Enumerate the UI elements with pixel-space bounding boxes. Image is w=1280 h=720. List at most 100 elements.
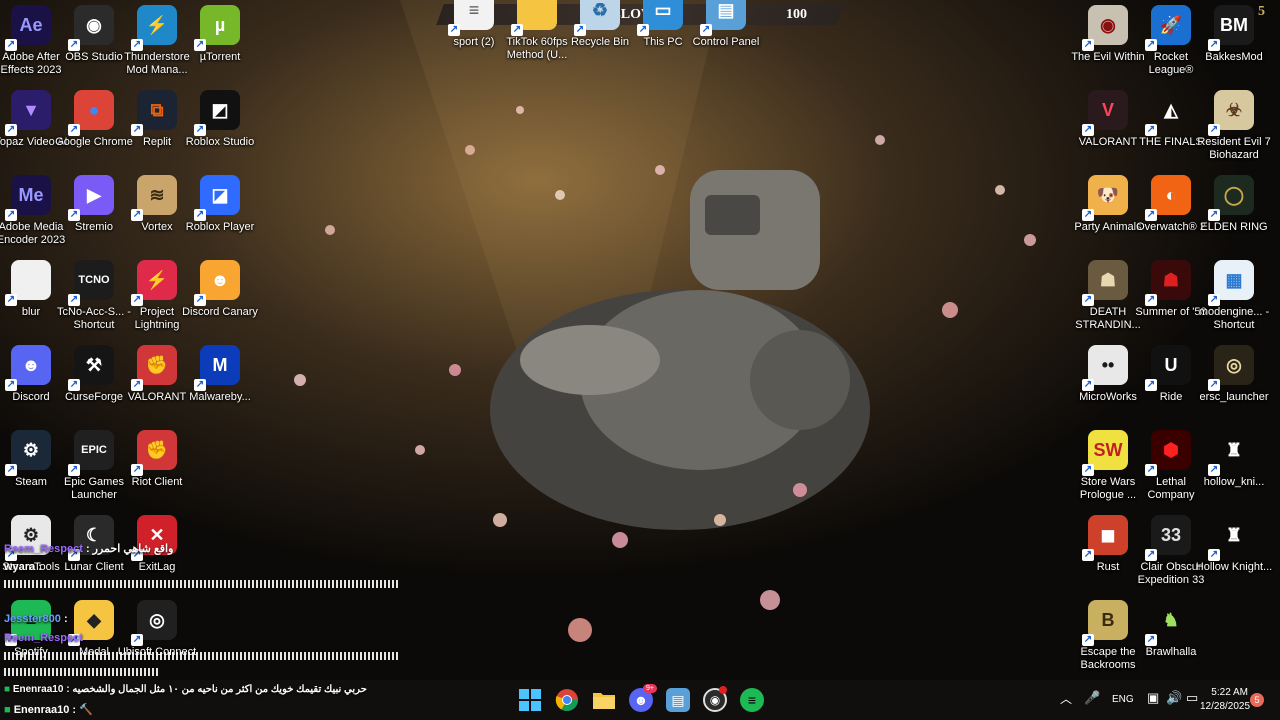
desktop-icon-label: Brawlhalla (1145, 646, 1197, 658)
desktop-icon-malwareby[interactable]: M ↗ Malwareby... (180, 345, 260, 404)
shortcut-arrow-icon: ↗ (1145, 124, 1157, 136)
roblox-studio-icon: ◩ ↗ (194, 90, 240, 136)
clock[interactable]: 5:22 AM 12/28/2025 (1200, 686, 1250, 714)
hollow-knight-icon: ♜ ↗ (1208, 439, 1243, 476)
desktop-icon-brawlhalla[interactable]: ♞ ↗ Brawlhalla (1131, 600, 1211, 659)
file-icon: ≡ ↗ (448, 0, 494, 36)
shortcut-arrow-icon: ↗ (1145, 209, 1157, 221)
taskbar-photos[interactable]: ▤ (666, 688, 690, 712)
escape-backrooms-icon: B ↗ (1082, 600, 1128, 646)
lethal-company-icon: ⬢ ↗ (1145, 430, 1191, 476)
desktop-icon-roblox-studio[interactable]: ◩ ↗ Roblox Studio (180, 90, 260, 149)
shortcut-arrow-icon: ↗ (1145, 379, 1157, 391)
language-indicator[interactable]: ENG (1112, 694, 1134, 705)
chat-username: Reem_Respect (4, 632, 83, 644)
shortcut-arrow-icon: ↗ (5, 209, 17, 221)
stremio-icon: ▶ ↗ (68, 175, 114, 221)
shortcut-arrow-icon: ↗ (68, 464, 80, 476)
shortcut-arrow-icon: ↗ (1082, 549, 1094, 561)
taskbar-chrome[interactable] (555, 688, 579, 712)
shortcut-arrow-icon: ↗ (131, 124, 143, 136)
chrome-icon (555, 689, 578, 711)
desktop-icon-hollow-knight[interactable]: ♜ ↗ Hollow Knight... (1194, 515, 1274, 574)
desktop-icon-discord-canary[interactable]: ☻ ↗ Discord Canary (180, 260, 260, 319)
microphone-icon[interactable]: 🎤 (1084, 690, 1100, 706)
desktop-icon-torrent[interactable]: µ ↗ µTorrent (180, 5, 260, 64)
desktop-icon-label: Hollow Knight... (1195, 561, 1273, 573)
shortcut-arrow-icon: ↗ (68, 209, 80, 221)
desktop-icon-hollow-kni[interactable]: ♜ ↗ hollow_kni... (1194, 430, 1274, 489)
shortcut-arrow-icon: ↗ (1082, 39, 1094, 51)
volume-icon[interactable]: 🔊 (1166, 690, 1182, 706)
taskbar-spotify[interactable]: ≡ (740, 688, 764, 712)
unreal-icon: U ↗ (1145, 345, 1191, 391)
topaz-icon: ▼ ↗ (5, 90, 51, 136)
desktop-icon-ubisoft-connect[interactable]: ◎↗Ubisoft Connect (117, 600, 197, 659)
desktop-icon-control-panel[interactable]: ▤ ↗ Control Panel (686, 0, 766, 49)
shortcut-arrow-icon: ↗ (68, 294, 80, 306)
shortcut-arrow-icon: ↗ (1208, 209, 1220, 221)
rocket-league-icon: 🚀 ↗ (1145, 5, 1191, 51)
control-panel-icon: ▤ ↗ (700, 0, 746, 36)
epic-games-icon: EPIC ↗ (68, 430, 114, 476)
shortcut-arrow-icon: ↗ (700, 24, 712, 36)
network-icon[interactable]: ▣ (1147, 690, 1159, 706)
desktop-icon-resident-evil-7-biohazard[interactable]: ☣ ↗ Resident Evil 7 Biohazard (1194, 90, 1274, 162)
battery-icon[interactable]: ▭ (1186, 690, 1198, 706)
chat-text: حربي نبيك تقيمك خويك من اكثر من ناحيه من… (72, 684, 367, 695)
shortcut-arrow-icon: ↗ (5, 464, 17, 476)
microworks-icon: •• ↗ (1082, 345, 1128, 391)
riot-client-icon: ✊ ↗ (131, 430, 177, 476)
desktop-icon-riot-client[interactable]: ✊ ↗ Riot Client (117, 430, 197, 489)
curseforge-icon: ⚒ ↗ (68, 345, 114, 391)
desktop-icon-elden-ring[interactable]: ◯ ↗ ELDEN RING (1194, 175, 1274, 234)
riot-valorant-icon: ✊ ↗ (131, 345, 177, 391)
shortcut-arrow-icon: ↗ (131, 634, 143, 646)
roblox-icon: ◪ ↗ (194, 175, 240, 221)
shortcut-arrow-icon: ↗ (1208, 379, 1220, 391)
desktop-icon-modengine-shortcut[interactable]: ▦ ↗ modengine... - Shortcut (1194, 260, 1274, 332)
shortcut-arrow-icon: ↗ (131, 379, 143, 391)
obs-icon: ◉ ↗ (68, 5, 114, 51)
shortcut-arrow-icon: ↗ (1082, 124, 1094, 136)
party-animals-icon: 🐶 ↗ (1082, 175, 1128, 221)
store-wars-icon: SW ↗ (1082, 430, 1128, 476)
desktop-icon-roblox-player[interactable]: ◪ ↗ Roblox Player (180, 175, 260, 234)
clair-obscur-icon: 33 ↗ (1145, 515, 1191, 561)
clock-time: 5:22 AM (1211, 687, 1248, 698)
shortcut-arrow-icon: ↗ (5, 379, 17, 391)
elden-ring-icon: ◯ ↗ (1208, 175, 1254, 221)
the-finals-icon: ◭ ↗ (1145, 99, 1178, 136)
shortcut-arrow-icon: ↗ (1208, 124, 1220, 136)
bottom-chat-message: ■ Enenraa10 : 🔨 (4, 704, 93, 716)
desktop-icon-ersc-launcher[interactable]: ◎ ↗ ersc_launcher (1194, 345, 1274, 404)
shortcut-arrow-icon: ↗ (1145, 294, 1157, 306)
chat-username: Enenraa10 (13, 704, 70, 716)
desktop-icon-label: Riot Client (131, 476, 183, 488)
taskbar-obs[interactable]: ◉ (703, 686, 727, 712)
shortcut-arrow-icon: ↗ (131, 464, 143, 476)
taskbar-file-explorer[interactable] (592, 688, 616, 712)
ersc-icon: ◎ ↗ (1208, 345, 1254, 391)
desktop-icon-label: ExitLag (138, 561, 176, 573)
shortcut-arrow-icon: ↗ (637, 24, 649, 36)
shortcut-arrow-icon: ↗ (194, 209, 206, 221)
photos-icon: ▤ (671, 692, 685, 708)
ubisoft-icon: ◎ ↗ (131, 600, 177, 646)
resident-evil-icon: ☣ ↗ (1208, 90, 1254, 136)
desktop-icon-label: modengine... - Shortcut (1198, 306, 1270, 331)
thunderstore-icon: ⚡ ↗ (131, 5, 177, 51)
shortcut-arrow-icon: ↗ (1082, 209, 1094, 221)
show-hidden-icons-button[interactable]: ︿ (1060, 690, 1072, 707)
vortex-icon: ≋ ↗ (131, 175, 177, 221)
desktop-icon-label: hollow_kni... (1203, 476, 1265, 488)
shortcut-arrow-icon: ↗ (194, 39, 206, 51)
shortcut-arrow-icon: ↗ (448, 24, 460, 36)
notification-badge[interactable]: 5 (1250, 693, 1264, 707)
shortcut-arrow-icon: ↗ (194, 379, 206, 391)
chat-message: Jesster800 : (4, 613, 68, 625)
start-button[interactable] (518, 688, 542, 712)
taskbar-discord[interactable]: ☻ 9+ (629, 684, 657, 712)
replit-icon: ⧉ ↗ (131, 90, 177, 136)
shortcut-arrow-icon: ↗ (1082, 294, 1094, 306)
